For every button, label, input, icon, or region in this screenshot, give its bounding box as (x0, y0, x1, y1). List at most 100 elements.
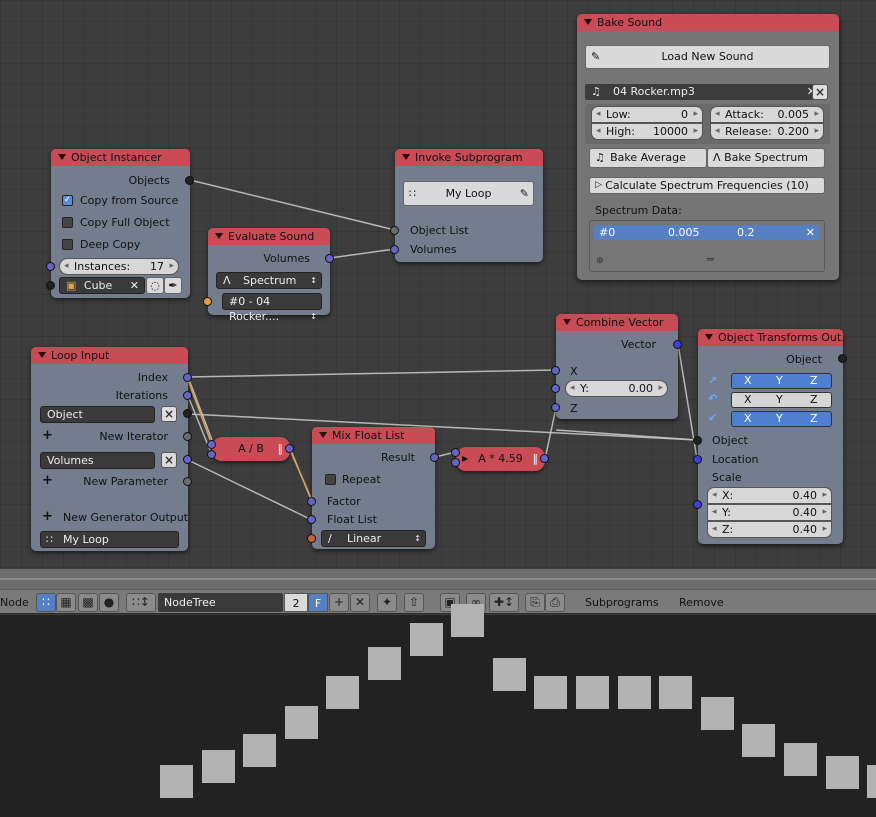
iterations-output-socket[interactable] (183, 391, 192, 400)
load-new-sound-button[interactable]: ✎ Load New Sound (585, 45, 830, 69)
editor-type-label[interactable]: Node (0, 590, 29, 615)
list-add-icon[interactable]: ⊕ (596, 256, 604, 266)
float-list-input-socket[interactable] (307, 515, 316, 524)
parameter-name-field[interactable]: Volumes (40, 452, 155, 469)
fake-user-button[interactable]: F (308, 593, 328, 612)
instance-cube[interactable] (243, 734, 276, 767)
instances-input-socket[interactable] (46, 262, 55, 271)
instance-cube[interactable] (742, 724, 775, 757)
instance-cube[interactable] (451, 604, 484, 637)
remove-row-icon[interactable]: ✕ (806, 225, 815, 240)
a-input-socket[interactable] (451, 448, 460, 457)
eyedropper-button[interactable]: ✒ (164, 277, 182, 294)
new-parameter-label[interactable]: New Parameter (31, 473, 168, 490)
subprogram-select-button[interactable]: ∷ My Loop ✎ (403, 181, 534, 206)
index-output-socket[interactable] (183, 373, 192, 382)
add-icon[interactable]: + (42, 509, 53, 524)
volumes-output-socket[interactable] (325, 254, 334, 263)
node-header[interactable]: Loop Input (31, 347, 188, 364)
parent-tree-icon[interactable]: ⇧ (404, 593, 424, 612)
scale-input-socket[interactable] (693, 500, 702, 509)
node-header[interactable]: Object Transforms Out... (698, 329, 843, 346)
instance-cube[interactable] (659, 676, 692, 709)
instances-field[interactable]: Instances: 17 (59, 258, 179, 275)
b-input-socket[interactable] (207, 450, 216, 459)
volumes-input-socket[interactable] (390, 245, 399, 254)
copy-full-object-checkbox[interactable] (62, 217, 73, 228)
new-parameter-socket[interactable] (183, 477, 192, 486)
interpolation-input-socket[interactable] (307, 534, 316, 543)
instance-cube[interactable] (326, 676, 359, 709)
node-editor[interactable]: Object Instancer Objects ✓ Copy from Sou… (0, 0, 876, 569)
bake-spectrum-button[interactable]: Λ Bake Spectrum (707, 148, 825, 168)
vector-output-socket[interactable] (673, 340, 682, 349)
instance-cube[interactable] (410, 623, 443, 656)
add-icon[interactable]: + (329, 593, 349, 612)
node-object-instancer[interactable]: Object Instancer Objects ✓ Copy from Sou… (46, 149, 194, 298)
node-combine-vector[interactable]: Combine Vector Vector X Y: 0.00 Z (551, 314, 682, 419)
new-subprogram-icon[interactable]: ✎ (520, 182, 529, 205)
3d-viewport[interactable] (0, 604, 876, 817)
loop-name-field[interactable]: ∷ My Loop (40, 531, 179, 548)
animation-nodes-tree-icon[interactable]: ∷ (36, 593, 56, 612)
remove-parameter-button[interactable]: × (161, 406, 177, 422)
panel-header[interactable]: Bake Sound (577, 14, 839, 31)
factor-input-socket[interactable] (307, 497, 316, 506)
evaluation-type-select[interactable]: Λ Spectrum ↕ (216, 272, 322, 289)
copy-icon[interactable]: ⎘ (525, 593, 545, 612)
b-input-socket[interactable] (451, 458, 460, 467)
instance-cube[interactable] (826, 756, 859, 789)
sound-select[interactable]: #0 - 04 Rocker.... ↕ (222, 293, 322, 323)
spectrum-row[interactable]: #0 0.005 0.2 ✕ (594, 225, 820, 240)
result-output-socket[interactable] (430, 453, 439, 462)
bake-sound-panel[interactable]: Bake Sound ✎ Load New Sound ♫ 04 Rocker.… (577, 14, 839, 280)
y-field[interactable]: Y: 0.00 (565, 380, 668, 397)
instance-cube[interactable] (784, 743, 817, 776)
scale-axis-toggles[interactable]: X Y Z (731, 411, 832, 427)
area-splitter[interactable] (0, 569, 876, 589)
instance-cube[interactable] (867, 765, 876, 798)
location-axis-toggles[interactable]: X Y Z (731, 373, 832, 389)
new-generator-output-button[interactable]: New Generator Output (63, 509, 188, 526)
compositing-tree-icon[interactable]: ● (99, 593, 119, 612)
object-input-socket[interactable] (693, 436, 702, 445)
new-iterator-socket[interactable] (183, 432, 192, 441)
sound-input-socket[interactable] (203, 297, 212, 306)
node-multiply[interactable]: ▶ A * 4.59 ‖ (451, 447, 549, 471)
result-output-socket[interactable] (285, 444, 294, 453)
a-input-socket[interactable] (207, 440, 216, 449)
volumes-output-socket[interactable] (183, 455, 192, 464)
instance-cube[interactable] (285, 706, 318, 739)
axis-y-toggle[interactable]: Y (776, 412, 783, 426)
instance-cube[interactable] (493, 658, 526, 691)
remove-sound-button[interactable]: × (812, 84, 828, 100)
scale-z-field[interactable]: Z: 0.40 (707, 521, 832, 538)
objects-output-socket[interactable] (185, 176, 194, 185)
repeat-checkbox[interactable] (325, 474, 336, 485)
axis-y-toggle[interactable]: Y (776, 393, 783, 407)
scale-y-field[interactable]: Y: 0.40 (707, 504, 832, 521)
remove-menu[interactable]: Remove (679, 590, 724, 615)
axis-x-toggle[interactable]: X (744, 374, 752, 388)
node-header[interactable]: Combine Vector (556, 314, 678, 331)
node-header[interactable]: Invoke Subprogram (395, 149, 543, 166)
instance-cube[interactable] (576, 676, 609, 709)
node-object-transforms-output[interactable]: Object Transforms Out... Object ↗ X Y Z … (693, 329, 847, 544)
shader-tree-icon[interactable]: ▦ (56, 593, 76, 612)
z-input-socket[interactable] (551, 403, 560, 412)
scale-x-field[interactable]: X: 0.40 (707, 487, 832, 504)
copy-from-source-checkbox[interactable]: ✓ (62, 195, 73, 206)
axis-x-toggle[interactable]: X (744, 412, 752, 426)
instance-cube[interactable] (701, 697, 734, 730)
rotation-axis-toggles[interactable]: X Y Z (731, 392, 832, 408)
paste-icon[interactable]: ⎙ (545, 593, 565, 612)
object-output-socket[interactable] (183, 409, 192, 418)
instance-cube[interactable] (202, 750, 235, 783)
node-header[interactable]: Object Instancer (51, 149, 190, 166)
instance-cube[interactable] (160, 765, 193, 798)
interpolation-select[interactable]: ∕ Linear ↕ (321, 530, 426, 547)
instance-cube[interactable] (534, 676, 567, 709)
bake-average-button[interactable]: ♫ Bake Average (589, 148, 707, 168)
node-divide[interactable]: A / B ‖ (207, 437, 294, 461)
node-mix-float-list[interactable]: Mix Float List Result Repeat Factor Floa… (307, 427, 439, 549)
